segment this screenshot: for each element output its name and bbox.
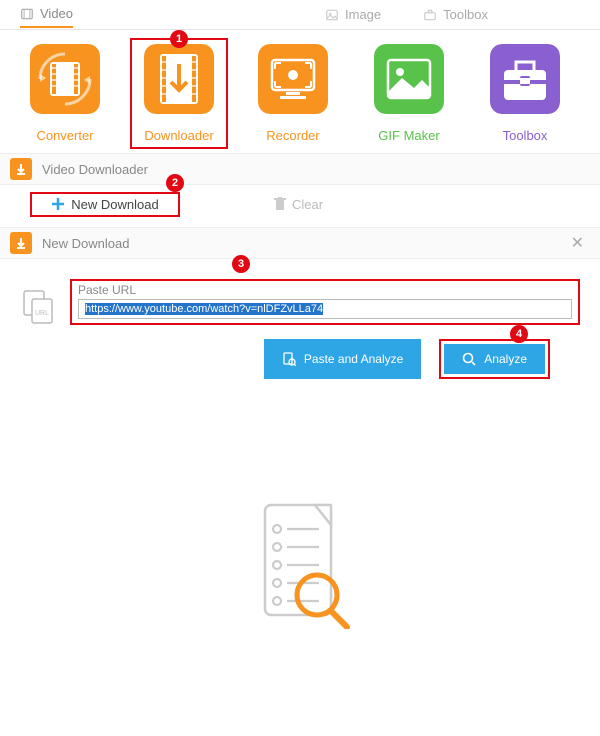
new-download-button[interactable]: New Download xyxy=(30,192,180,217)
tab-video-label: Video xyxy=(40,6,73,21)
callout-4: 4 xyxy=(510,325,528,343)
url-label: Paste URL xyxy=(78,283,572,297)
tile-recorder-label: Recorder xyxy=(266,128,319,143)
tab-toolbox[interactable]: Toolbox xyxy=(423,2,488,27)
tile-gif[interactable]: GIF Maker xyxy=(364,44,454,143)
paste-analyze-label: Paste and Analyze xyxy=(304,352,403,366)
clear-label: Clear xyxy=(292,197,323,212)
download-icon-2 xyxy=(10,232,32,254)
url-input[interactable]: https://www.youtube.com/watch?v=nlDFZvLL… xyxy=(78,299,572,319)
url-field-container: Paste URL https://www.youtube.com/watch?… xyxy=(70,279,580,325)
tile-converter[interactable]: Converter xyxy=(20,44,110,143)
tile-toolbox-label: Toolbox xyxy=(503,128,548,143)
callout-1: 1 xyxy=(170,30,188,48)
close-button[interactable]: ✕ xyxy=(565,233,590,253)
tile-converter-label: Converter xyxy=(36,128,93,143)
converter-icon xyxy=(30,44,100,114)
search-icon xyxy=(462,352,476,366)
new-download-label: New Download xyxy=(71,197,158,212)
recorder-icon xyxy=(258,44,328,114)
gif-icon xyxy=(374,44,444,114)
tile-downloader[interactable]: 1 Downloader xyxy=(134,42,224,145)
tab-toolbox-label: Toolbox xyxy=(443,7,488,22)
tile-toolbox[interactable]: Toolbox xyxy=(480,44,570,143)
section-header: Video Downloader 2 xyxy=(0,153,600,185)
panel-title: New Download xyxy=(42,236,555,251)
empty-illustration xyxy=(20,499,580,629)
tab-video[interactable]: Video xyxy=(20,1,73,28)
clear-button[interactable]: Clear xyxy=(260,192,337,217)
tab-image-label: Image xyxy=(345,7,381,22)
panel-header: New Download ✕ xyxy=(0,227,600,259)
tile-recorder[interactable]: Recorder xyxy=(248,44,338,143)
paste-analyze-button[interactable]: Paste and Analyze xyxy=(264,339,421,379)
downloader-icon xyxy=(144,44,214,114)
tile-downloader-label: Downloader xyxy=(144,128,213,143)
toolbox-tile-icon xyxy=(490,44,560,114)
download-icon xyxy=(10,158,32,180)
image-icon xyxy=(325,8,339,22)
plus-icon xyxy=(51,197,65,211)
callout-2: 2 xyxy=(166,174,184,192)
section-title: Video Downloader xyxy=(42,162,148,177)
tab-image[interactable]: Image xyxy=(325,2,381,27)
film-icon xyxy=(20,7,34,21)
callout-3: 3 xyxy=(232,255,250,273)
analyze-button[interactable]: Analyze xyxy=(444,344,545,374)
tile-gif-label: GIF Maker xyxy=(378,128,439,143)
analyze-label: Analyze xyxy=(484,352,527,366)
svg-text:URL: URL xyxy=(35,310,49,317)
trash-icon xyxy=(274,197,286,211)
toolbox-icon xyxy=(423,8,437,22)
paste-icon xyxy=(282,352,296,366)
url-clipboard-icon: URL xyxy=(20,289,56,325)
